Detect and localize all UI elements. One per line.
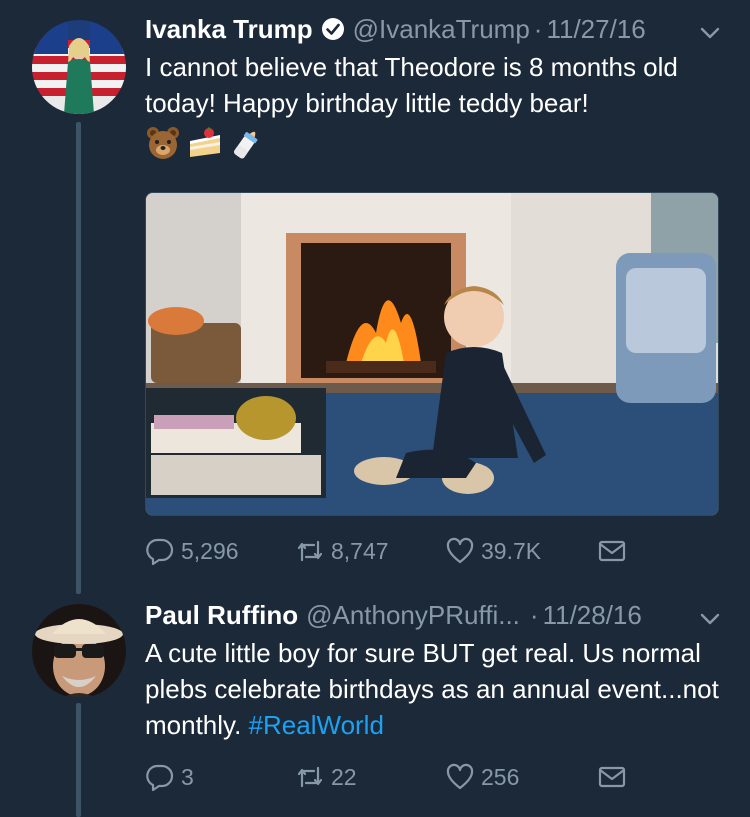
tweet-text: A cute little boy for sure BUT get real.… [145,635,735,743]
retweet-count: 22 [331,763,357,790]
heart-icon [446,537,474,564]
shortcake-emoji [190,127,220,157]
reply-count: 5,296 [181,537,239,564]
paul-avatar-icon [32,604,126,698]
avatar[interactable] [32,604,126,698]
avatar[interactable] [32,20,126,114]
tweet-photo[interactable] [145,192,719,516]
thread-line-top [76,122,81,594]
separator-dot: · [529,600,539,630]
display-name[interactable]: Paul Ruffino [145,599,298,631]
direct-message-button[interactable] [597,762,627,792]
heart-icon [446,763,474,790]
tweet-header: Paul Ruffino @AnthonyPRuffi... · 11/28/1… [145,599,642,631]
handle[interactable]: @IvankaTrump [353,13,530,45]
reply-count: 3 [181,763,194,790]
timestamp[interactable]: 11/27/16 [546,13,645,45]
display-name[interactable]: Ivanka Trump [145,13,313,45]
retweet-icon [297,766,323,788]
like-count: 256 [481,763,520,790]
tweet-header: Ivanka Trump @IvankaTrump · 11/27/16 [145,13,646,45]
emoji-row [145,125,265,161]
chevron-down-icon[interactable] [697,20,723,46]
timestamp[interactable]: 11/28/16 [543,599,642,631]
tweet-text-body: A cute little boy for sure BUT get real.… [145,638,719,740]
reply-button[interactable]: 5,296 [145,536,239,566]
reply-button[interactable]: 3 [145,762,194,792]
tweet-actions: 3 22 256 [145,762,735,798]
chevron-down-icon[interactable] [697,606,723,632]
verified-badge-icon [321,18,344,40]
direct-message-button[interactable] [597,536,627,566]
reply-icon [146,538,174,566]
retweet-count: 8,747 [331,537,389,564]
bear-face-emoji [147,127,179,159]
ivanka-avatar-icon [32,20,126,114]
thread-line-bottom [76,703,81,817]
tweet-text: I cannot believe that Theodore is 8 mont… [145,52,678,118]
like-button[interactable]: 39.7K [445,536,541,566]
tweet-actions: 5,296 8,747 39.7K [145,536,735,572]
envelope-icon [598,766,626,788]
separator-dot: · [533,14,543,44]
retweet-icon [297,540,323,562]
baby-bottle-emoji [234,131,258,159]
like-button[interactable]: 256 [445,762,519,792]
envelope-icon [598,540,626,562]
fireplace-baby-photo [146,193,718,515]
like-count: 39.7K [481,537,542,564]
handle[interactable]: @AnthonyPRuffi... [306,599,520,631]
reply-icon [146,764,174,792]
retweet-button[interactable]: 8,747 [295,536,389,566]
retweet-button[interactable]: 22 [295,762,357,792]
hashtag-link[interactable]: #RealWorld [249,710,384,740]
